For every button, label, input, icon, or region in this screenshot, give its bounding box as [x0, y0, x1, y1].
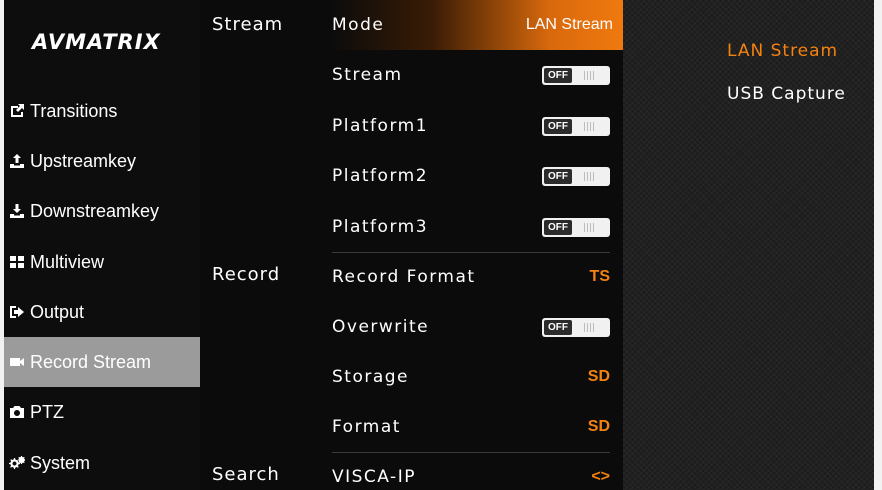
sidebar: AVMATRIX Transitions Upstreamkey Downstr… [4, 0, 200, 490]
camera-icon [6, 403, 28, 421]
row-label: Mode [332, 15, 385, 35]
row-visca-ip[interactable]: VISCA-IP <> [332, 452, 610, 490]
video-camera-icon [6, 353, 28, 371]
platform2-toggle[interactable]: OFF [542, 166, 610, 186]
row-label: Platform3 [332, 217, 429, 237]
upload-icon [6, 152, 28, 170]
row-label: Stream [332, 65, 403, 85]
sidebar-item-label: Downstreamkey [30, 200, 160, 221]
option-lan-stream[interactable]: LAN Stream [727, 41, 838, 61]
toggle-knob [584, 70, 596, 80]
sidebar-item-label: Output [30, 301, 85, 322]
mode-value: LAN Stream [525, 16, 613, 33]
row-format[interactable]: Format SD [332, 402, 610, 452]
download-icon [6, 202, 28, 220]
row-label: Platform1 [332, 116, 429, 136]
gears-icon [6, 454, 28, 472]
visca-ip-value: <> [591, 468, 610, 485]
storage-value: SD [587, 368, 610, 385]
row-label: Storage [332, 367, 410, 387]
toggle-knob [584, 322, 596, 332]
sidebar-item-label: System [30, 452, 91, 473]
platform3-toggle[interactable]: OFF [542, 217, 610, 237]
toggle-knob [584, 222, 596, 232]
share-icon [6, 102, 28, 120]
row-platform3[interactable]: Platform3 OFF [332, 202, 610, 252]
sidebar-item-ptz[interactable]: PTZ [4, 387, 200, 437]
toggle-state: OFF [544, 67, 572, 83]
overwrite-toggle[interactable]: OFF [542, 317, 610, 337]
row-label: Record Format [332, 267, 476, 287]
sidebar-item-multiview[interactable]: Multiview [4, 237, 200, 287]
sidebar-item-system[interactable]: System [4, 438, 200, 488]
row-mode[interactable]: Mode LAN Stream [331, 0, 623, 50]
sidebar-item-label: Upstreamkey [30, 150, 137, 171]
row-overwrite[interactable]: Overwrite OFF [332, 302, 610, 352]
toggle-knob [584, 121, 596, 131]
category-stream: Stream [212, 14, 284, 35]
record-format-value: TS [589, 268, 610, 285]
row-label: Platform2 [332, 166, 429, 186]
sidebar-item-record-stream[interactable]: Record Stream [4, 337, 200, 387]
sidebar-item-downstreamkey[interactable]: Downstreamkey [4, 186, 200, 236]
row-label: Format [332, 417, 401, 437]
row-label: VISCA-IP [332, 467, 416, 487]
sign-out-icon [6, 303, 28, 321]
grid-icon [6, 253, 28, 271]
stream-toggle[interactable]: OFF [542, 65, 610, 85]
brand-logo: AVMATRIX [32, 30, 161, 54]
toggle-state: OFF [544, 219, 572, 235]
row-stream[interactable]: Stream OFF [332, 50, 610, 100]
settings-panel: Stream Record Search Mode LAN Stream Str… [201, 0, 623, 490]
row-platform2[interactable]: Platform2 OFF [332, 151, 610, 201]
sidebar-item-upstreamkey[interactable]: Upstreamkey [4, 136, 200, 186]
device-screen: AVMATRIX Transitions Upstreamkey Downstr… [4, 0, 874, 490]
sidebar-item-output[interactable]: Output [4, 287, 200, 337]
format-value: SD [587, 418, 610, 435]
row-label: Overwrite [332, 317, 430, 337]
category-record: Record [212, 264, 281, 285]
option-usb-capture[interactable]: USB Capture [727, 84, 846, 104]
row-record-format[interactable]: Record Format TS [332, 252, 610, 302]
options-panel: LAN Stream USB Capture [623, 0, 874, 490]
platform1-toggle[interactable]: OFF [542, 116, 610, 136]
sidebar-item-label: Multiview [30, 251, 105, 272]
row-platform1[interactable]: Platform1 OFF [332, 101, 610, 151]
toggle-state: OFF [544, 118, 572, 134]
toggle-knob [584, 171, 596, 181]
toggle-state: OFF [544, 319, 572, 335]
sidebar-item-transitions[interactable]: Transitions [4, 86, 200, 136]
toggle-state: OFF [544, 168, 572, 184]
sidebar-item-label: Transitions [30, 100, 118, 121]
sidebar-item-label: Record Stream [30, 351, 152, 372]
sidebar-item-label: PTZ [30, 401, 64, 422]
category-search: Search [212, 464, 280, 485]
row-storage[interactable]: Storage SD [332, 352, 610, 402]
